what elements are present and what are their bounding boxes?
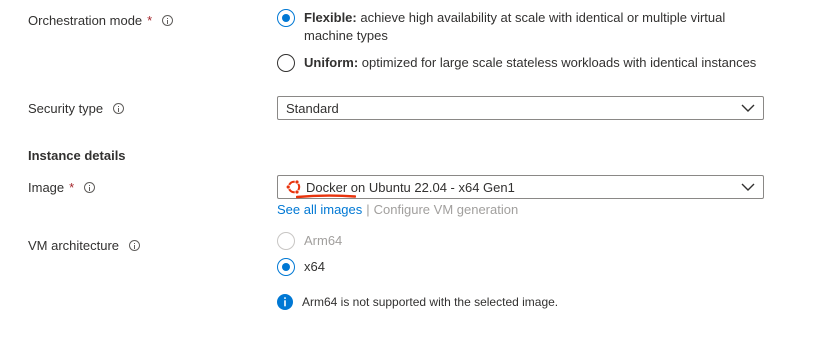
image-value-highlight: Docker <box>296 180 356 198</box>
info-icon[interactable] <box>113 102 125 114</box>
annotation-underline <box>296 193 356 198</box>
arch-option-arm64[interactable]: Arm64 <box>277 232 342 250</box>
arm64-label: Arm64 <box>304 233 343 248</box>
security-type-label-text: Security type <box>28 100 104 116</box>
x64-label: x64 <box>304 259 325 274</box>
chevron-down-icon <box>741 183 755 191</box>
orchestration-option-uniform[interactable]: Uniform: optimized for large scale state… <box>277 54 756 72</box>
flexible-option-desc-line2: machine types <box>304 28 388 43</box>
info-icon[interactable] <box>129 239 141 251</box>
instance-details-heading: Instance details <box>28 148 126 163</box>
uniform-option-title: Uniform: <box>304 55 359 70</box>
flexible-radio[interactable] <box>277 9 295 27</box>
flexible-option-text: Flexible: achieve high availability at s… <box>304 9 774 45</box>
orchestration-mode-label: Orchestration mode * <box>28 11 174 29</box>
image-dropdown[interactable]: Docker on Ubuntu 22.04 - x64 Gen1 <box>277 175 764 199</box>
image-label-text: Image <box>28 179 65 195</box>
flexible-option-title: Flexible: <box>304 10 357 25</box>
security-type-dropdown[interactable]: Standard <box>277 96 764 120</box>
security-type-label: Security type <box>28 99 125 117</box>
uniform-option-desc: optimized for large scale stateless work… <box>358 55 757 70</box>
arm64-radio[interactable] <box>277 232 295 250</box>
uniform-radio[interactable] <box>277 54 295 72</box>
info-icon[interactable] <box>84 181 96 193</box>
info-icon[interactable] <box>162 14 174 26</box>
required-asterisk: * <box>69 179 75 195</box>
image-value-rest: on Ubuntu 22.04 - x64 Gen1 <box>347 179 515 195</box>
required-asterisk: * <box>147 12 153 28</box>
configure-vm-generation-link[interactable]: Configure VM generation <box>374 202 519 217</box>
image-label: Image * <box>28 178 96 196</box>
arch-option-x64[interactable]: x64 <box>277 258 325 276</box>
info-filled-icon <box>277 294 293 310</box>
security-type-value: Standard <box>286 100 339 116</box>
orchestration-option-flexible[interactable]: Flexible: achieve high availability at s… <box>277 9 774 45</box>
arm64-notice: Arm64 is not supported with the selected… <box>277 294 558 310</box>
x64-radio[interactable] <box>277 258 295 276</box>
chevron-down-icon <box>741 104 755 112</box>
flexible-option-desc-line1: achieve high availability at scale with … <box>356 10 726 25</box>
vm-architecture-label-text: VM architecture <box>28 237 120 253</box>
image-links: See all images | Configure VM generation <box>277 202 518 217</box>
uniform-option-text: Uniform: optimized for large scale state… <box>304 54 756 72</box>
orchestration-mode-label-text: Orchestration mode <box>28 12 143 28</box>
see-all-images-link[interactable]: See all images <box>277 202 362 217</box>
link-separator: | <box>366 202 370 217</box>
arm64-notice-text: Arm64 is not supported with the selected… <box>302 295 559 309</box>
vm-architecture-label: VM architecture <box>28 236 141 254</box>
